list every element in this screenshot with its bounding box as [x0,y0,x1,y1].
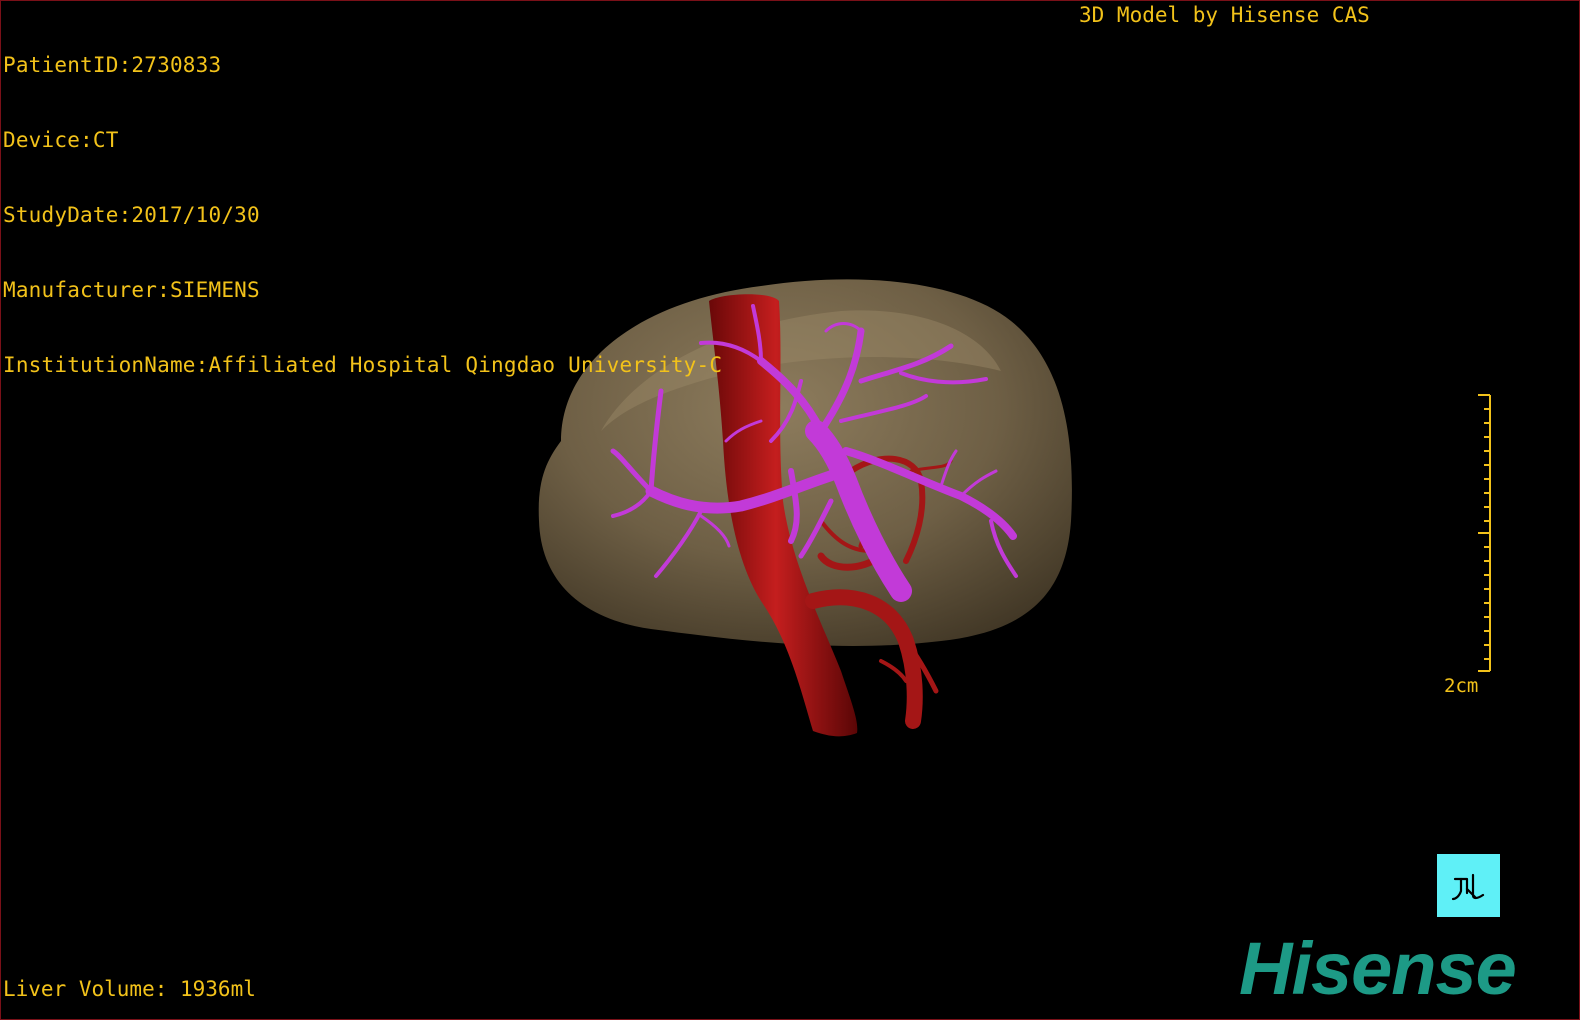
scale-bar [1478,394,1491,672]
model-credit: 3D Model by Hisense CAS [1079,3,1370,27]
patient-id: PatientID:2730833 [3,53,222,77]
3d-viewport[interactable]: PatientID:2730833 Device:CT StudyDate:20… [0,0,1580,1020]
device: Device:CT [3,128,119,152]
orientation-cube-icon [1451,873,1484,900]
hisense-logo: Hisense [1239,927,1517,1010]
manufacturer: Manufacturer:SIEMENS [3,278,260,302]
institution-name: InstitutionName:Affiliated Hospital Qing… [3,353,723,377]
liver-volume: Liver Volume: 1936ml [3,977,256,1001]
study-date: StudyDate:2017/10/30 [3,203,260,227]
orientation-cube-button[interactable] [1437,854,1500,917]
scale-label: 2cm [1444,675,1479,697]
study-info: PatientID:2730833 Device:CT StudyDate:20… [3,3,722,428]
